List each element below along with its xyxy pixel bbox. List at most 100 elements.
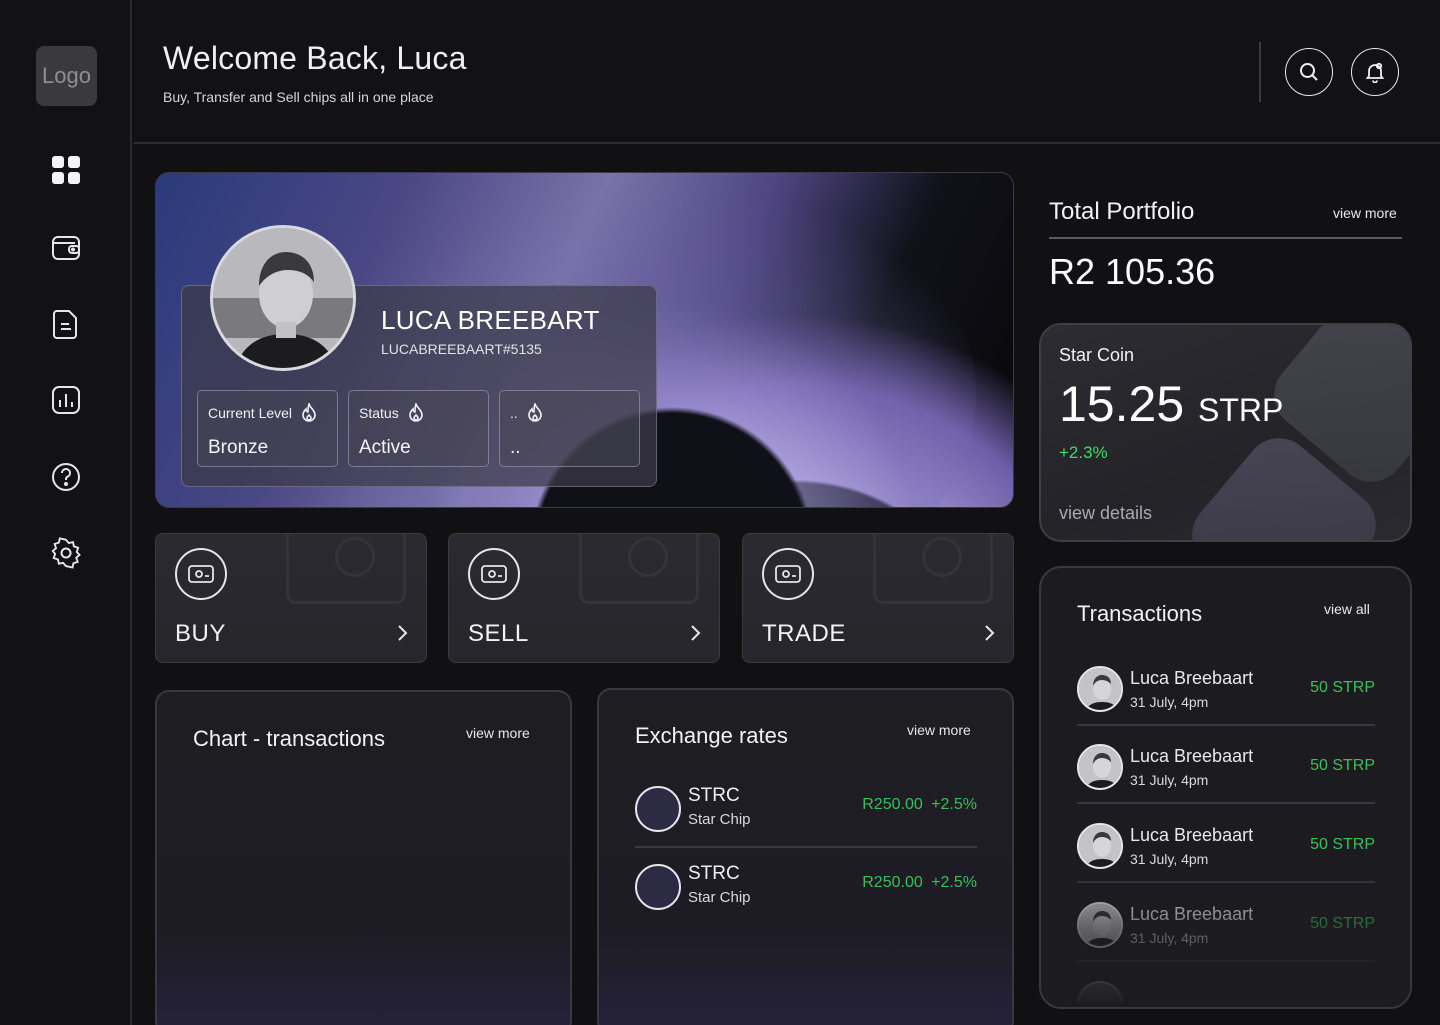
panel-title: Transactions	[1077, 601, 1203, 626]
transaction-amount: 50 STRP	[1310, 915, 1375, 932]
exchange-view-more-link[interactable]: view more	[907, 722, 971, 738]
coin-amount-value: 15.25	[1059, 376, 1185, 432]
page-title: Welcome Back, Luca	[163, 40, 467, 76]
search-icon	[1300, 63, 1318, 81]
trade-button[interactable]: TRADE	[742, 533, 1014, 663]
coin-card[interactable]: Star Coin 15.25 STRP +2.3% view details	[1039, 323, 1412, 542]
rate-name: Star Chip	[688, 889, 751, 906]
coin-change: +2.3%	[1059, 443, 1108, 462]
transactions-view-all-link[interactable]: view all	[1324, 601, 1370, 617]
stat-value: Active	[359, 437, 411, 458]
transaction-date: 31 July, 4pm	[1130, 930, 1209, 946]
profile-avatar[interactable]	[210, 225, 356, 371]
stat-status: Status Active	[348, 390, 489, 467]
notifications-button[interactable]	[1351, 48, 1399, 96]
logo-text: Logo	[42, 63, 91, 88]
transaction-date: 31 July, 4pm	[1130, 694, 1209, 710]
bell-icon	[1365, 62, 1385, 83]
exchange-row[interactable]: STRC Star Chip R250.00 +2.5%	[635, 778, 977, 838]
chevron-right-icon	[691, 625, 701, 641]
coin-amount: 15.25 STRP	[1059, 375, 1283, 433]
flame-icon	[302, 403, 316, 422]
cash-icon	[175, 548, 227, 600]
chevron-right-icon	[398, 625, 408, 641]
chart-view-more-link[interactable]: view more	[466, 725, 530, 741]
rate-symbol: STRC	[688, 785, 740, 806]
flame-icon	[408, 403, 423, 422]
portfolio-divider	[1049, 237, 1402, 239]
help-icon	[52, 463, 80, 491]
coin-unit: STRP	[1198, 392, 1284, 428]
wallet-watermark-icon	[286, 534, 406, 604]
transaction-amount: 50 STRP	[1310, 836, 1375, 853]
exchange-rates-panel: Exchange rates view more STRC Star Chip …	[597, 688, 1014, 1025]
coin-avatar	[635, 864, 681, 910]
row-divider	[1077, 881, 1375, 883]
cash-icon	[468, 548, 520, 600]
sidebar: Logo	[0, 0, 132, 1025]
profile-banner: LUCA BREEBART LUCABREEBAART#5135 Current…	[155, 172, 1014, 508]
row-divider	[635, 846, 977, 848]
transaction-date: 31 July, 4pm	[1130, 851, 1209, 867]
sidebar-item-settings[interactable]	[46, 533, 86, 573]
logo[interactable]: Logo	[36, 46, 97, 106]
chevron-right-icon	[985, 625, 995, 641]
avatar	[1077, 823, 1123, 869]
sidebar-item-help[interactable]	[46, 457, 86, 497]
wallet-watermark-icon	[873, 534, 993, 604]
search-button[interactable]	[1285, 48, 1333, 96]
flame-icon	[527, 403, 542, 422]
transaction-date: 31 July, 4pm	[1130, 772, 1209, 788]
exchange-row[interactable]: STRC Star Chip R250.00 +2.5%	[635, 856, 977, 916]
rate-value: R250.00 +2.5%	[862, 796, 977, 813]
profile-name: LUCA BREEBART	[381, 305, 600, 335]
coin-name: Star Coin	[1059, 345, 1135, 365]
document-icon	[53, 310, 77, 339]
sidebar-item-dashboard[interactable]	[46, 150, 86, 190]
transaction-row[interactable]: Luca Breebaart 31 July, 4pm 50 STRP	[1077, 884, 1375, 962]
transaction-row[interactable]: Luca Breebaart 31 July, 4pm 50 STRP	[1077, 805, 1375, 883]
transactions-panel: Transactions view all Luca Breebaart 31 …	[1039, 566, 1412, 1009]
sell-button[interactable]: SELL	[448, 533, 720, 663]
sidebar-item-wallet[interactable]	[46, 228, 86, 268]
panel-title: Chart - transactions	[193, 726, 385, 751]
panel-title: Exchange rates	[635, 723, 788, 748]
cash-icon	[762, 548, 814, 600]
buy-button[interactable]: BUY	[155, 533, 427, 663]
coin-avatar	[635, 786, 681, 832]
transaction-name: Luca Breebaart	[1130, 904, 1254, 924]
transaction-name: Luca Breebaart	[1130, 825, 1254, 845]
transaction-amount: 50 STRP	[1310, 757, 1375, 774]
transaction-row[interactable]: Luca Breebaart 31 July, 4pm 50 STRP	[1077, 648, 1375, 726]
action-label: BUY	[175, 620, 226, 647]
avatar	[1077, 666, 1123, 712]
avatar-photo	[213, 228, 353, 368]
wallet-icon	[52, 236, 80, 260]
portfolio-title: Total Portfolio	[1049, 198, 1195, 225]
portfolio-view-more-link[interactable]: view more	[1333, 205, 1397, 221]
wallet-watermark-icon	[579, 534, 699, 604]
profile-tag: LUCABREEBAART#5135	[381, 341, 542, 357]
transaction-row[interactable]: Luca Breebaart 31 July, 4pm 50 STRP	[1077, 726, 1375, 804]
chart-transactions-panel: Chart - transactions view more	[155, 690, 572, 1025]
settings-icon	[51, 537, 81, 569]
dashboard-icon	[52, 156, 80, 184]
avatar	[1077, 902, 1123, 948]
row-divider	[1077, 802, 1375, 804]
header-divider	[1259, 42, 1261, 102]
avatar	[1077, 981, 1123, 1007]
stat-placeholder: .. ..	[499, 390, 640, 467]
action-label: SELL	[468, 620, 529, 647]
bar-chart-icon	[52, 386, 80, 414]
coin-view-details-link[interactable]: view details	[1059, 503, 1152, 524]
transaction-row-partial	[1077, 963, 1375, 1007]
stat-label: ..	[510, 405, 518, 421]
header: Welcome Back, Luca Buy, Transfer and Sel…	[134, 0, 1440, 144]
sidebar-item-documents[interactable]	[46, 304, 86, 344]
stat-label: Current Level	[208, 405, 293, 421]
sidebar-item-analytics[interactable]	[46, 380, 86, 420]
transaction-name: Luca Breebaart	[1130, 746, 1254, 766]
rate-name: Star Chip	[688, 811, 751, 828]
rate-value: R250.00 +2.5%	[862, 874, 977, 891]
page-subtitle: Buy, Transfer and Sell chips all in one …	[163, 89, 434, 105]
